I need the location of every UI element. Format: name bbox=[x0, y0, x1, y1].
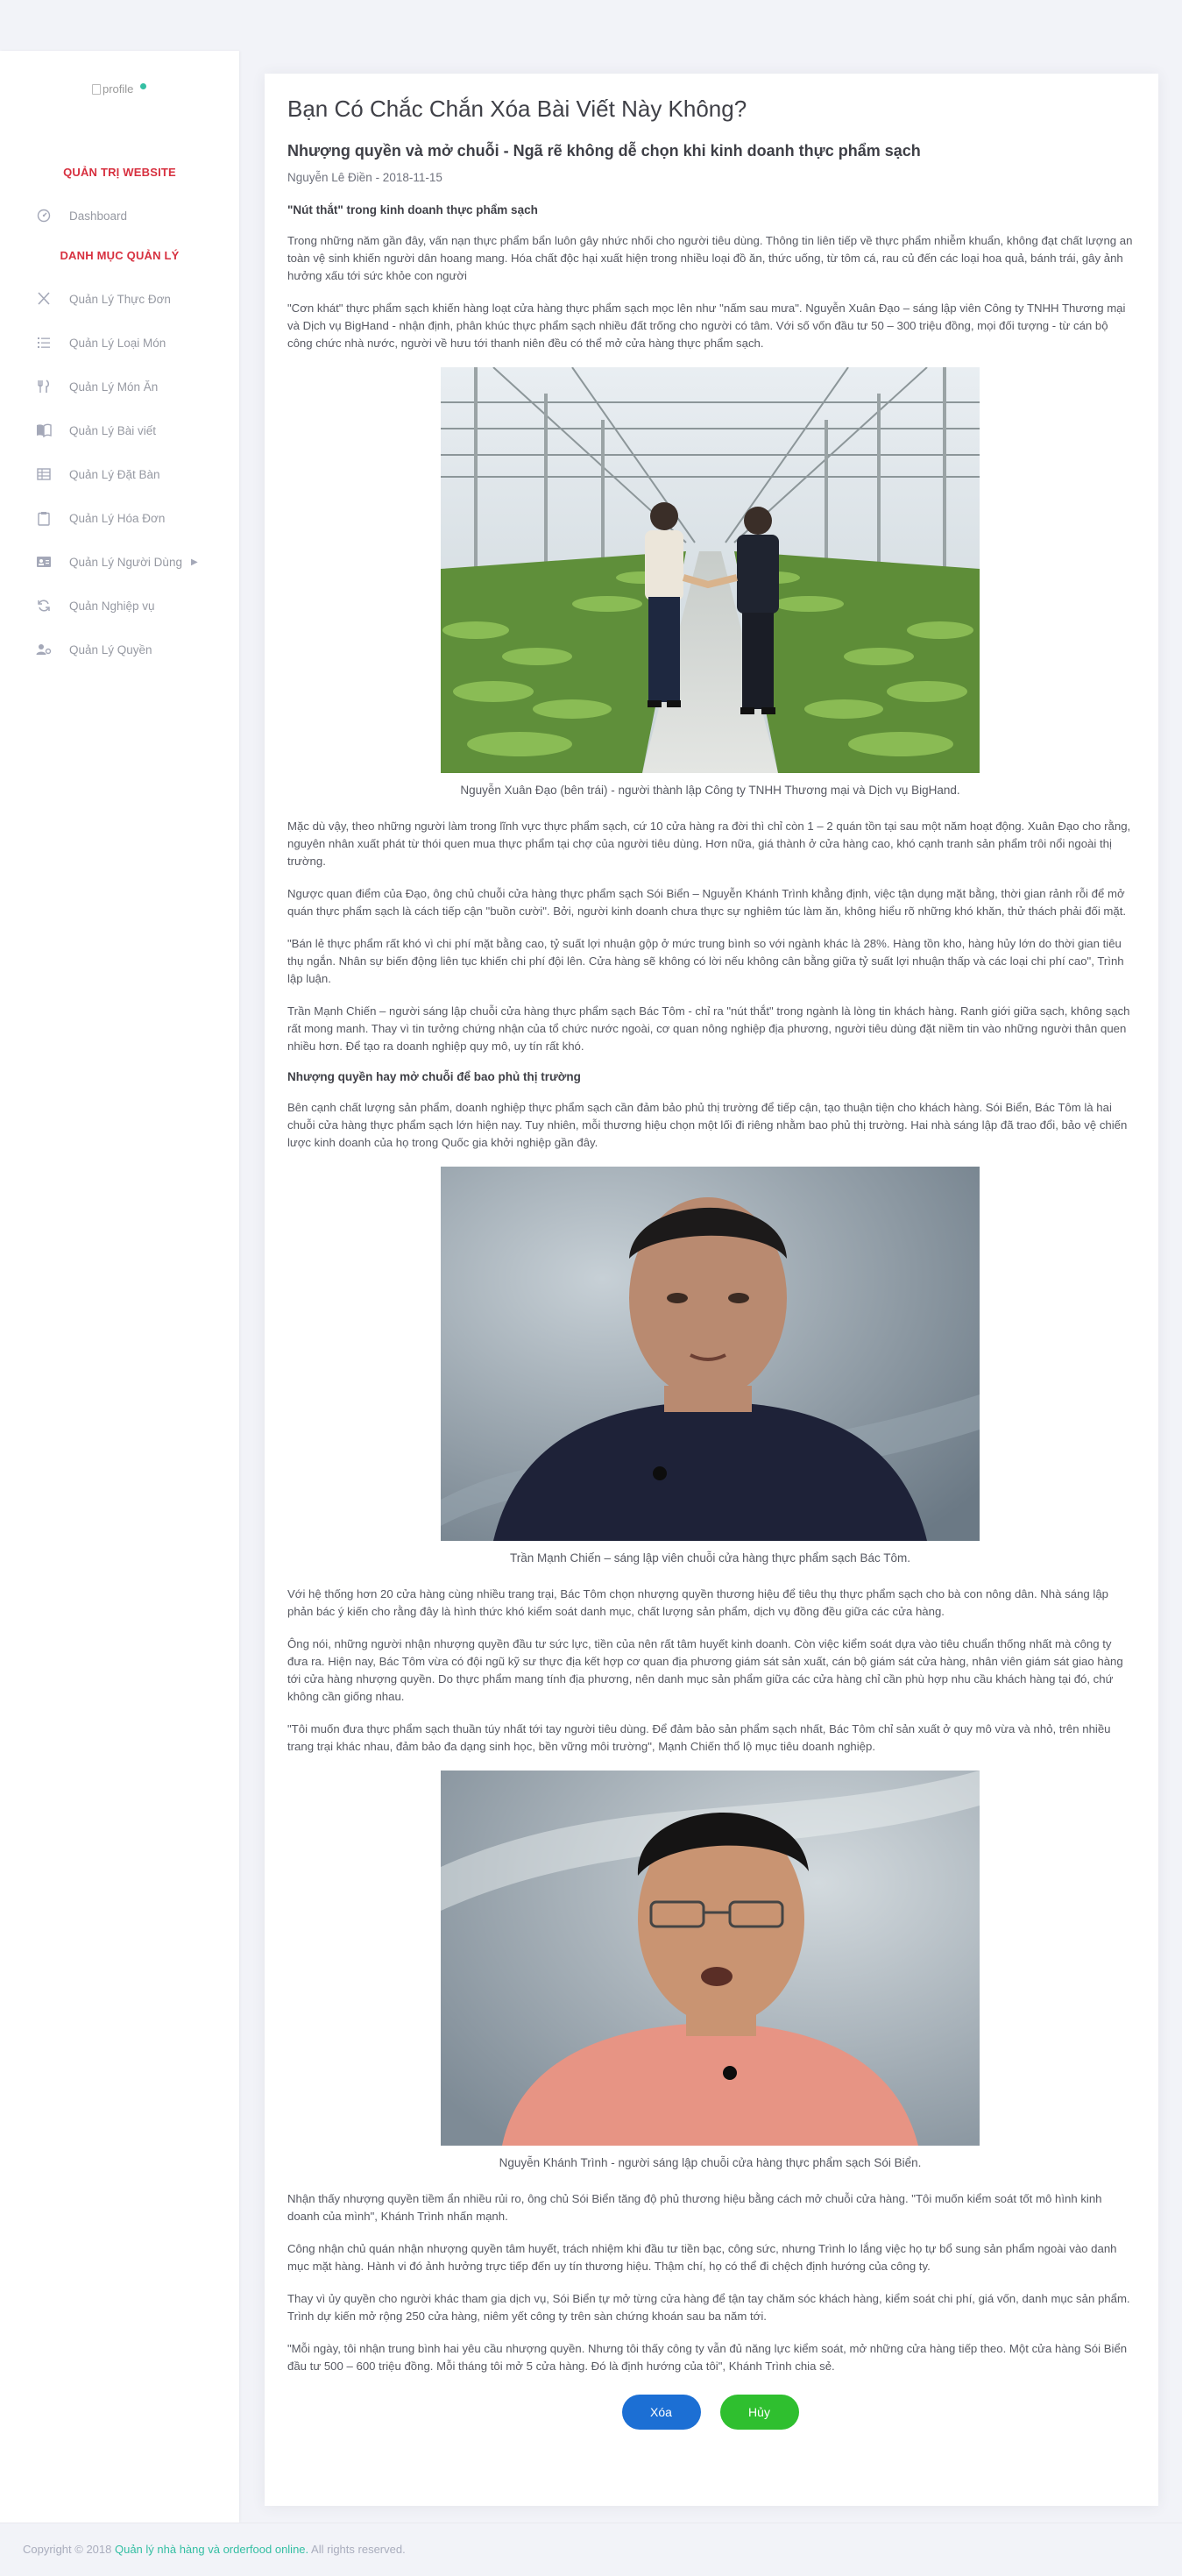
copyright-text: Copyright © 2018 Quản lý nhà hàng và ord… bbox=[23, 2543, 406, 2556]
sidebar-item-posts[interactable]: Quản Lý Bài viết bbox=[0, 408, 239, 452]
table-icon bbox=[35, 465, 53, 483]
sidebar-item-label: Quản Lý Thực Đơn bbox=[69, 292, 171, 306]
caret-right-icon: ▶ bbox=[191, 557, 198, 567]
cancel-button[interactable]: Hủy bbox=[719, 2395, 799, 2430]
figure-portrait-trinh: Nguyễn Khánh Trình - người sáng lập chuỗ… bbox=[441, 1771, 980, 2169]
refresh-icon bbox=[35, 597, 53, 614]
portrait-photo bbox=[441, 1167, 980, 1541]
broken-image-icon bbox=[92, 83, 101, 95]
sidebar-item-reservations[interactable]: Quản Lý Đặt Bàn bbox=[0, 452, 239, 496]
sidebar-item-label: Quản Lý Bài viết bbox=[69, 423, 157, 437]
list-icon bbox=[35, 334, 53, 351]
sidebar-item-label: Quản Lý Loại Món bbox=[69, 336, 166, 350]
paragraph: Ông nói, những người nhận nhượng quyền đ… bbox=[287, 1637, 1123, 1703]
action-buttons: Xóa Hủy bbox=[287, 2395, 1133, 2430]
post-meta: Nguyễn Lê Điền - 2018-11-15 bbox=[287, 171, 442, 184]
paragraph: Nhận thấy nhượng quyền tiềm ẩn nhiều rủi… bbox=[287, 2192, 1102, 2223]
paragraph: "Bán lẻ thực phẩm rất khó vì chi phí mặt… bbox=[287, 937, 1124, 985]
figure-greenhouse: Nguyễn Xuân Đạo (bên trái) - người thành… bbox=[441, 367, 980, 797]
figure-portrait-chien: Trần Mạnh Chiến – sáng lập viên chuỗi cử… bbox=[441, 1167, 980, 1565]
sidebar-item-operations[interactable]: Quản Nghiệp vụ bbox=[0, 584, 239, 628]
sidebar-item-label: Quản Lý Hóa Đơn bbox=[69, 511, 166, 525]
footer-brand-link[interactable]: Quản lý nhà hàng và orderfood online. bbox=[115, 2543, 308, 2556]
page-title: Bạn Có Chắc Chắn Xóa Bài Viết Này Không? bbox=[287, 96, 747, 122]
paragraph: "Mỗi ngày, tôi nhận trung bình hai yêu c… bbox=[287, 2342, 1128, 2373]
paragraph: Thay vì ủy quyền cho người khác tham gia… bbox=[287, 2292, 1130, 2323]
sidebar-item-label: Quản Nghiệp vụ bbox=[69, 599, 155, 613]
sidebar-item-dishes[interactable]: Quản Lý Món Ăn bbox=[0, 365, 239, 408]
sidebar-item-permissions[interactable]: Quản Lý Quyền bbox=[0, 628, 239, 671]
delete-button[interactable]: Xóa bbox=[621, 2395, 701, 2430]
sidebar-item-label: Quản Lý Quyền bbox=[69, 642, 152, 656]
book-icon bbox=[35, 422, 53, 439]
caption: Nguyễn Khánh Trình - người sáng lập chuỗ… bbox=[499, 2156, 922, 2169]
sidebar-item-label: Quản Lý Đặt Bàn bbox=[69, 467, 160, 481]
sidebar-item-menu[interactable]: Quản Lý Thực Đơn bbox=[0, 277, 239, 321]
caption: Trần Mạnh Chiến – sáng lập viên chuỗi cử… bbox=[509, 1551, 911, 1565]
section-title-admin: QUẢN TRỊ WEBSITE bbox=[63, 166, 176, 179]
subheading: Nhượng quyền hay mở chuỗi để bao phủ thị… bbox=[287, 1070, 581, 1083]
paragraph: "Tôi muốn đưa thực phẩm sạch thuần túy n… bbox=[287, 1722, 1111, 1753]
clipboard-icon bbox=[35, 509, 53, 527]
online-status-dot bbox=[139, 82, 147, 90]
portrait-photo bbox=[441, 1771, 980, 2146]
sidebar-item-label: Quản Lý Người Dùng bbox=[69, 555, 182, 569]
subheading: "Nút thắt" trong kinh doanh thực phẩm sạ… bbox=[287, 203, 538, 216]
paragraph: Ngược quan điểm của Đạo, ông chủ chuỗi c… bbox=[287, 887, 1127, 918]
caption: Nguyễn Xuân Đạo (bên trái) - người thành… bbox=[460, 784, 960, 797]
profile-avatar[interactable]: profile bbox=[92, 82, 147, 109]
dish-icon bbox=[35, 378, 53, 395]
copyright-suffix: All rights reserved. bbox=[308, 2543, 406, 2556]
footer: Copyright © 2018 Quản lý nhà hàng và ord… bbox=[0, 2523, 1182, 2576]
paragraph: Trong những năm gần đây, vấn nạn thực ph… bbox=[287, 234, 1133, 282]
greenhouse-photo bbox=[441, 367, 980, 773]
copyright-prefix: Copyright © 2018 bbox=[23, 2543, 115, 2556]
article-content: Bạn Có Chắc Chắn Xóa Bài Viết Này Không?… bbox=[287, 96, 1133, 2430]
user-cog-icon bbox=[35, 641, 53, 658]
utensils-icon bbox=[35, 290, 53, 308]
sidebar-item-dashboard[interactable]: Dashboard bbox=[0, 194, 239, 238]
paragraph: "Cơn khát" thực phẩm sạch khiến hàng loạ… bbox=[287, 302, 1126, 350]
sidebar-item-label: Quản Lý Món Ăn bbox=[69, 380, 159, 394]
top-bar bbox=[0, 0, 1182, 51]
sidebar: profile QUẢN TRỊ WEBSITE Dashboard DANH … bbox=[0, 51, 239, 2523]
sidebar-item-label: Dashboard bbox=[69, 209, 128, 223]
paragraph: Mặc dù vậy, theo những người làm trong l… bbox=[287, 820, 1131, 868]
id-card-icon bbox=[35, 553, 53, 571]
paragraph: Công nhận chủ quán nhận nhượng quyền tâm… bbox=[287, 2242, 1117, 2273]
paragraph: Trần Mạnh Chiến – người sáng lập chuỗi c… bbox=[287, 1004, 1130, 1053]
avatar-alt-text: profile bbox=[103, 82, 134, 96]
post-title: Nhượng quyền và mở chuỗi - Ngã rẽ không … bbox=[287, 142, 921, 160]
dashboard-icon bbox=[35, 207, 53, 224]
paragraph: Bên cạnh chất lượng sản phẩm, doanh nghi… bbox=[287, 1101, 1128, 1149]
section-title-manage: DANH MỤC QUẢN LÝ bbox=[60, 249, 180, 262]
sidebar-item-users[interactable]: Quản Lý Người Dùng ▶ bbox=[0, 540, 239, 584]
paragraph: Với hệ thống hơn 20 cửa hàng cùng nhiều … bbox=[287, 1587, 1108, 1618]
main-card: Bạn Có Chắc Chắn Xóa Bài Viết Này Không?… bbox=[265, 74, 1158, 2506]
sidebar-item-categories[interactable]: Quản Lý Loại Món bbox=[0, 321, 239, 365]
sidebar-item-invoices[interactable]: Quản Lý Hóa Đơn bbox=[0, 496, 239, 540]
